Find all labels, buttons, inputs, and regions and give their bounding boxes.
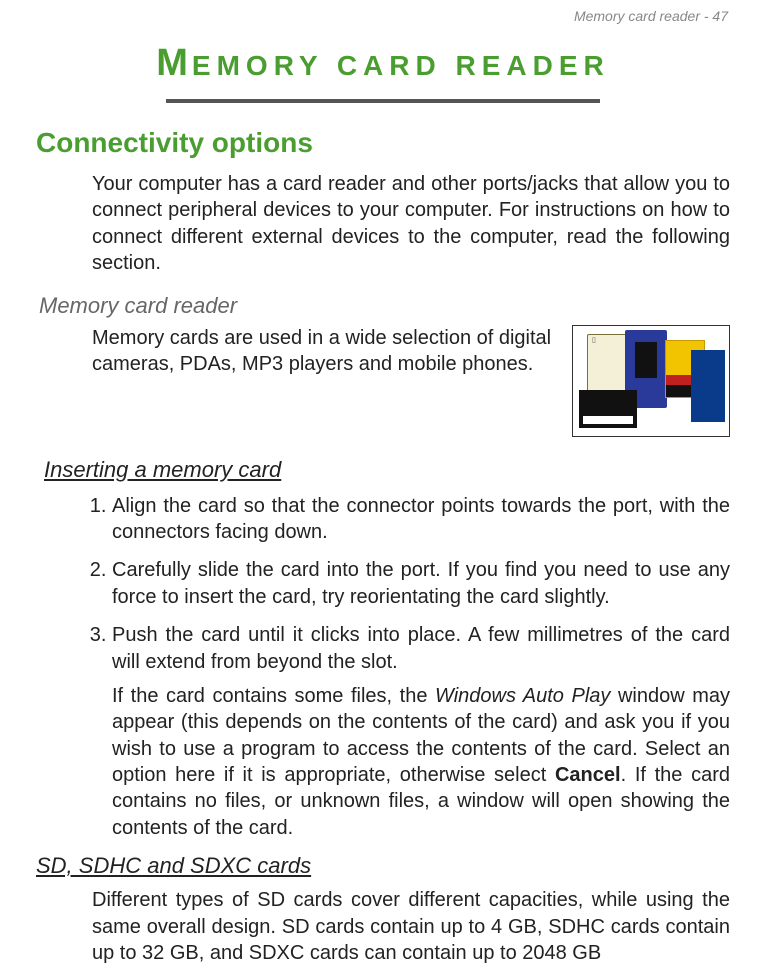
subsection-heading-memory-card-reader: Memory card reader <box>39 293 730 319</box>
memory-cards-figure: ▯ <box>572 325 730 437</box>
chapter-title-initial: M <box>156 42 192 84</box>
running-head: Memory card reader - 47 <box>36 8 730 24</box>
chapter-title-rest: EMORY CARD READER <box>192 50 610 81</box>
autoplay-windows-em: Windows Auto Play <box>435 685 610 707</box>
section-title: Connectivity options <box>36 127 730 159</box>
card-cf-black-icon <box>579 390 637 428</box>
autoplay-cancel-bold: Cancel <box>555 764 621 786</box>
autoplay-text-1: If the card contains some files, the <box>112 685 435 707</box>
subsection-heading-inserting: Inserting a memory card <box>44 457 730 483</box>
insert-steps-list: Align the card so that the connector poi… <box>92 493 730 842</box>
list-item: Push the card until it clicks into place… <box>112 622 730 841</box>
subsection-heading-sd-types: SD, SDHC and SDXC cards <box>36 853 730 879</box>
title-rule <box>166 99 600 103</box>
list-item: Carefully slide the card into the port. … <box>112 557 730 610</box>
card-sd-navy-icon <box>691 350 725 422</box>
chapter-title: MEMORY CARD READER <box>36 42 730 85</box>
autoplay-paragraph: If the card contains some files, the Win… <box>112 683 730 841</box>
memory-cards-description: Memory cards are used in a wide selectio… <box>92 325 564 378</box>
step-3-text: Push the card until it clicks into place… <box>112 624 730 672</box>
section-intro: Your computer has a card reader and othe… <box>92 171 730 277</box>
sd-types-description: Different types of SD cards cover differ… <box>92 887 730 966</box>
list-item: Align the card so that the connector poi… <box>112 493 730 546</box>
